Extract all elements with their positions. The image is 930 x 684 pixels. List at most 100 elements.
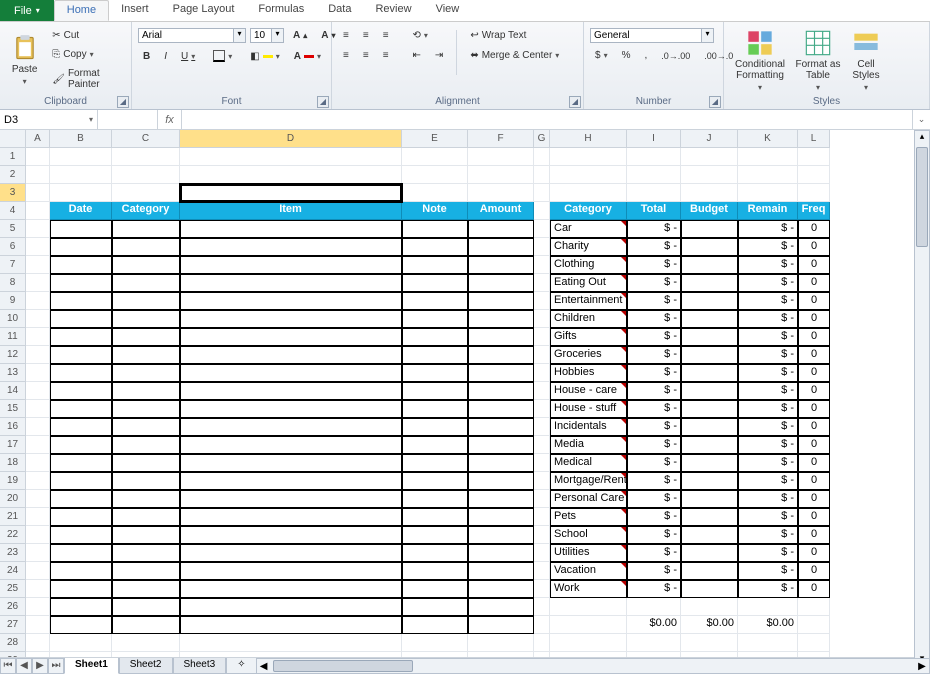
row-header-8[interactable]: 8 (0, 274, 26, 292)
cell-J2[interactable] (681, 166, 738, 184)
cell-A2[interactable] (26, 166, 50, 184)
row-header-9[interactable]: 9 (0, 292, 26, 310)
cell-A26[interactable] (26, 598, 50, 616)
freq-8[interactable]: 0 (798, 274, 830, 292)
left-cell-C17[interactable] (112, 436, 180, 454)
column-header-E[interactable]: E (402, 130, 468, 148)
left-cell-B24[interactable] (50, 562, 112, 580)
tab-page-layout[interactable]: Page Layout (161, 0, 247, 21)
category-18[interactable]: Medical (550, 454, 627, 472)
category-11[interactable]: Gifts (550, 328, 627, 346)
left-cell-E23[interactable] (402, 544, 468, 562)
cell-A8[interactable] (26, 274, 50, 292)
category-6[interactable]: Charity (550, 238, 627, 256)
cell-A22[interactable] (26, 526, 50, 544)
left-cell-D27[interactable] (180, 616, 402, 634)
left-cell-C9[interactable] (112, 292, 180, 310)
left-cell-E24[interactable] (402, 562, 468, 580)
cell-A9[interactable] (26, 292, 50, 310)
left-cell-E16[interactable] (402, 418, 468, 436)
column-header-I[interactable]: I (627, 130, 681, 148)
name-box[interactable]: D3▾ (0, 110, 98, 129)
merge-center-button[interactable]: ⬌Merge & Center▾ (465, 48, 564, 63)
cell-G5[interactable] (534, 220, 550, 238)
budget-15[interactable] (681, 400, 738, 418)
left-cell-B14[interactable] (50, 382, 112, 400)
budget-24[interactable] (681, 562, 738, 580)
left-cell-D25[interactable] (180, 580, 402, 598)
left-cell-C16[interactable] (112, 418, 180, 436)
cell-H27[interactable] (550, 616, 627, 634)
cell-F28[interactable] (468, 634, 534, 652)
left-cell-E13[interactable] (402, 364, 468, 382)
clipboard-dialog-launcher[interactable]: ◢ (117, 96, 129, 108)
left-cell-E12[interactable] (402, 346, 468, 364)
cell-I26[interactable] (627, 598, 681, 616)
cell-A6[interactable] (26, 238, 50, 256)
tab-home[interactable]: Home (54, 0, 109, 21)
column-header-G[interactable]: G (534, 130, 550, 148)
freq-22[interactable]: 0 (798, 526, 830, 544)
format-as-table-button[interactable]: Format as Table▾ (794, 25, 842, 95)
total-5[interactable]: $ - (627, 220, 681, 238)
align-right-button[interactable]: ≡ (378, 48, 394, 63)
left-cell-F25[interactable] (468, 580, 534, 598)
left-cell-F7[interactable] (468, 256, 534, 274)
left-cell-B19[interactable] (50, 472, 112, 490)
row-header-20[interactable]: 20 (0, 490, 26, 508)
cell-A16[interactable] (26, 418, 50, 436)
remain-7[interactable]: $ - (738, 256, 798, 274)
remain-20[interactable]: $ - (738, 490, 798, 508)
left-cell-C21[interactable] (112, 508, 180, 526)
cell-C28[interactable] (112, 634, 180, 652)
freq-10[interactable]: 0 (798, 310, 830, 328)
category-8[interactable]: Eating Out (550, 274, 627, 292)
left-cell-D22[interactable] (180, 526, 402, 544)
remain-16[interactable]: $ - (738, 418, 798, 436)
cell-A23[interactable] (26, 544, 50, 562)
font-name-dropdown[interactable]: Arial▾ (138, 28, 246, 43)
category-24[interactable]: Vacation (550, 562, 627, 580)
cell-G20[interactable] (534, 490, 550, 508)
left-cell-F22[interactable] (468, 526, 534, 544)
align-left-button[interactable]: ≡ (338, 48, 354, 63)
freq-18[interactable]: 0 (798, 454, 830, 472)
left-cell-B26[interactable] (50, 598, 112, 616)
scroll-left-button[interactable]: ◀ (257, 661, 271, 672)
category-12[interactable]: Groceries (550, 346, 627, 364)
left-cell-B27[interactable] (50, 616, 112, 634)
budget-7[interactable] (681, 256, 738, 274)
accounting-format-button[interactable]: $▾ (590, 48, 613, 63)
left-cell-E10[interactable] (402, 310, 468, 328)
cell-G1[interactable] (534, 148, 550, 166)
cell-K1[interactable] (738, 148, 798, 166)
freq-23[interactable]: 0 (798, 544, 830, 562)
freq-21[interactable]: 0 (798, 508, 830, 526)
remain-10[interactable]: $ - (738, 310, 798, 328)
left-cell-C10[interactable] (112, 310, 180, 328)
category-14[interactable]: House - care (550, 382, 627, 400)
budget-19[interactable] (681, 472, 738, 490)
left-cell-B21[interactable] (50, 508, 112, 526)
cell-C29[interactable] (112, 652, 180, 658)
cell-G4[interactable] (534, 202, 550, 220)
remain-5[interactable]: $ - (738, 220, 798, 238)
tab-formulas[interactable]: Formulas (246, 0, 316, 21)
row-header-3[interactable]: 3 (0, 184, 26, 202)
cell-A10[interactable] (26, 310, 50, 328)
cell-G24[interactable] (534, 562, 550, 580)
font-color-button[interactable]: A▾ (289, 49, 326, 64)
remain-17[interactable]: $ - (738, 436, 798, 454)
cell-G16[interactable] (534, 418, 550, 436)
cell-I1[interactable] (627, 148, 681, 166)
left-cell-E14[interactable] (402, 382, 468, 400)
cell-G7[interactable] (534, 256, 550, 274)
cell-C3[interactable] (112, 184, 180, 202)
select-all-corner[interactable] (0, 130, 26, 148)
remain-21[interactable]: $ - (738, 508, 798, 526)
row-header-14[interactable]: 14 (0, 382, 26, 400)
left-cell-F13[interactable] (468, 364, 534, 382)
total-12[interactable]: $ - (627, 346, 681, 364)
cell-A29[interactable] (26, 652, 50, 658)
total-21[interactable]: $ - (627, 508, 681, 526)
